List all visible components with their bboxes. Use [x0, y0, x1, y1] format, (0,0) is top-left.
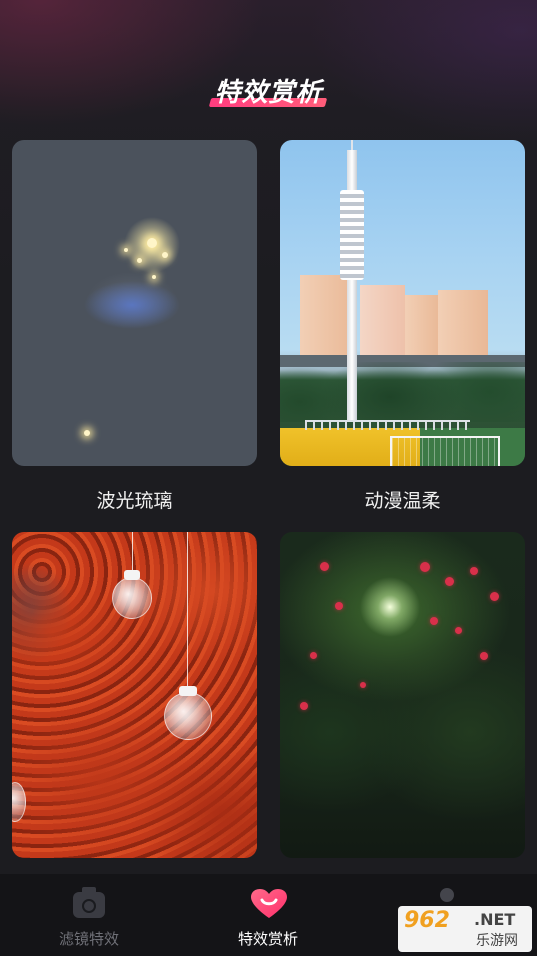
page-title: 特效赏析 [0, 72, 537, 109]
effect-card-maple[interactable] [12, 532, 257, 878]
effect-card-anime[interactable]: 动漫温柔 [280, 140, 525, 513]
effect-thumbnail-night-flowers[interactable] [280, 532, 525, 858]
effect-thumbnail-maple[interactable] [12, 532, 257, 858]
watermark-logo: 962 .NET 乐游网 [398, 906, 532, 952]
nav-tab-label: 特效赏析 [237, 930, 298, 948]
nav-tab-label: 滤镜特效 [58, 930, 119, 948]
effect-card-night-flowers[interactable] [280, 532, 525, 878]
watermark-number: 962 [404, 908, 450, 933]
app-screen: 特效赏析 波光琉璃 动漫温柔 滤镜特效 特效赏析 962 .NET 乐游网 [0, 0, 537, 956]
nav-tab-filter-effects[interactable]: 滤镜特效 [29, 887, 149, 949]
watermark-domain: .NET [474, 910, 516, 929]
page-title-text: 特效赏析 [212, 72, 324, 109]
heart-icon [250, 888, 287, 922]
effect-card-water[interactable]: 波光琉璃 [12, 140, 257, 513]
camera-icon [71, 887, 107, 922]
watermark-text: 乐游网 [476, 933, 518, 949]
effect-thumbnail-water[interactable] [12, 140, 257, 466]
effect-card-label: 动漫温柔 [364, 490, 441, 512]
effect-card-label: 波光琉璃 [96, 490, 173, 512]
effect-thumbnail-anime[interactable] [280, 140, 525, 466]
nav-tab-effect-gallery[interactable]: 特效赏析 [208, 888, 328, 949]
